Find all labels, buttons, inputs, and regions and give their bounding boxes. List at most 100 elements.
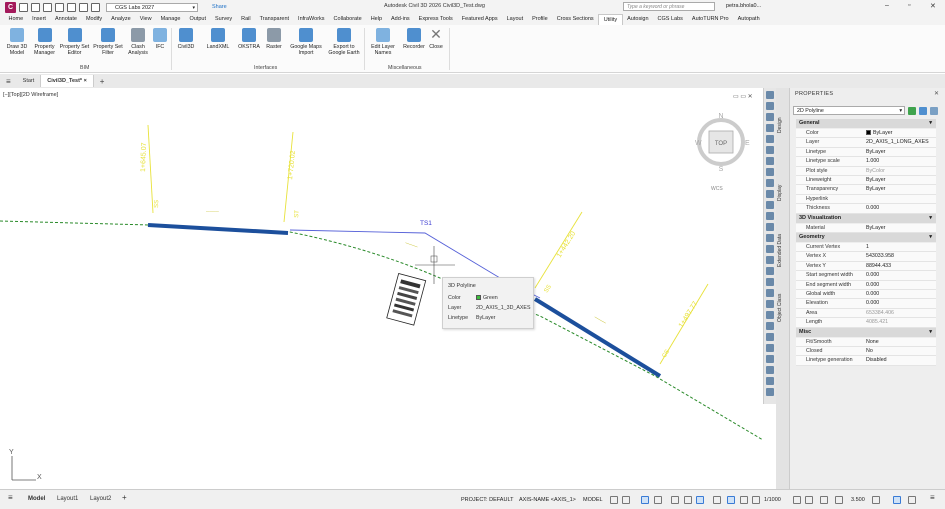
collapse-icon[interactable]: ▾: [929, 214, 932, 223]
clash-analysis-button[interactable]: Clash Analysis: [126, 28, 150, 56]
property-value[interactable]: 0.000: [866, 204, 879, 213]
osnap-icon[interactable]: [696, 496, 704, 504]
collapse-icon[interactable]: ▾: [929, 119, 932, 128]
selection-dropdown[interactable]: 2D Polyline ▾: [793, 106, 905, 115]
property-row[interactable]: Linetype generation Disabled: [796, 356, 936, 366]
minimize-icon[interactable]: –: [885, 2, 889, 9]
open-file-icon[interactable]: [31, 2, 40, 12]
plot-icon[interactable]: [67, 2, 76, 12]
property-value[interactable]: ByLayer: [866, 148, 885, 157]
redo-icon[interactable]: [91, 2, 100, 12]
close-button[interactable]: ✕ Close: [427, 27, 445, 50]
app-logo[interactable]: C: [5, 1, 16, 13]
property-value[interactable]: None: [866, 338, 879, 347]
ribbon-tab-manage[interactable]: Manage: [156, 14, 185, 25]
text-icon[interactable]: [766, 190, 774, 198]
workspace-select[interactable]: CGS Labs 2027 ▾: [106, 2, 198, 12]
quick-select-icon[interactable]: [908, 107, 916, 115]
section-general[interactable]: General ▾: [796, 119, 936, 128]
property-row[interactable]: Area 653384.406: [796, 308, 936, 319]
steering-wheel-icon[interactable]: [766, 135, 774, 143]
hatch-icon[interactable]: [766, 223, 774, 231]
property-row[interactable]: End segment width 0.000: [796, 280, 936, 290]
thick-segment-2[interactable]: [533, 297, 662, 378]
menu-icon[interactable]: ≡: [6, 77, 11, 86]
close-tab-icon[interactable]: ×: [84, 78, 87, 84]
property-value[interactable]: 0.000: [866, 290, 879, 299]
property-row[interactable]: Elevation 0.000: [796, 299, 936, 309]
orbit-icon[interactable]: [766, 113, 774, 121]
trim-icon[interactable]: [766, 355, 774, 363]
section-misc[interactable]: Misc ▾: [796, 327, 936, 337]
google-maps-import-button[interactable]: Google Maps Import: [287, 28, 325, 56]
property-value[interactable]: 2D_AXIS_1_LONG_AXES: [866, 138, 929, 147]
okstra-button[interactable]: OKSTRA: [236, 28, 262, 50]
property-value[interactable]: 543033.958: [866, 252, 894, 261]
property-row[interactable]: Thickness 0.000: [796, 204, 936, 214]
explode-icon[interactable]: [766, 388, 774, 396]
ribbon-tab-view[interactable]: View: [135, 14, 156, 25]
ribbon-tab-utility[interactable]: Utility: [598, 14, 623, 25]
ribbon-tab-modify[interactable]: Modify: [81, 14, 106, 25]
new-file-icon[interactable]: [19, 2, 28, 12]
units-icon[interactable]: [820, 496, 828, 504]
tab-design[interactable]: Design: [777, 110, 789, 140]
property-row[interactable]: Length 4085.421: [796, 318, 936, 328]
property-value[interactable]: Disabled: [866, 356, 887, 365]
save-as-icon[interactable]: [55, 2, 64, 12]
ribbon-tab-express-tools[interactable]: Express Tools: [414, 14, 457, 25]
property-value[interactable]: ByLayer: [866, 176, 885, 185]
ribbon-tab-collaborate[interactable]: Collaborate: [329, 14, 366, 25]
ribbon-tab-output[interactable]: Output: [185, 14, 211, 25]
fillet-icon[interactable]: [766, 377, 774, 385]
ortho-icon[interactable]: [641, 496, 649, 504]
autoscale-icon[interactable]: [740, 496, 748, 504]
viewport-window-controls[interactable]: ▭ ▭ ✕: [733, 93, 753, 100]
ribbon-tab-layout[interactable]: Layout: [502, 14, 528, 25]
measure-icon[interactable]: [766, 179, 774, 187]
property-value[interactable]: No: [866, 347, 873, 356]
property-row[interactable]: Color ByLayer: [796, 129, 936, 139]
ribbon-tab-cross-sections[interactable]: Cross Sections: [552, 14, 598, 25]
polar-icon[interactable]: [654, 496, 662, 504]
scale-icon[interactable]: [766, 333, 774, 341]
quick-select-icon[interactable]: [766, 157, 774, 165]
ribbon-tab-home[interactable]: Home: [4, 14, 28, 25]
copy-icon[interactable]: [766, 267, 774, 275]
edit-layer-names-button[interactable]: Edit Layer Names: [366, 28, 400, 56]
search-input[interactable]: Type a keyword or phrase: [623, 2, 715, 11]
tab-layout2[interactable]: Layout2: [90, 496, 111, 502]
section-3d-visualization[interactable]: 3D Visualization ▾: [796, 213, 936, 223]
ribbon-tab-featured-apps[interactable]: Featured Apps: [457, 14, 502, 25]
property-value[interactable]: ByLayer: [866, 129, 892, 138]
ribbon-tab-rail[interactable]: Rail: [237, 14, 255, 25]
property-row[interactable]: Layer 2D_AXIS_1_LONG_AXES: [796, 138, 936, 148]
viewcube[interactable]: TOP N W E S WCS: [695, 110, 751, 192]
toggle-pickadd-icon[interactable]: [930, 107, 938, 115]
property-row[interactable]: Linetype scale 1.000: [796, 157, 936, 167]
ribbon-tab-profile[interactable]: Profile: [528, 14, 553, 25]
workspace-icon[interactable]: [793, 496, 801, 504]
ribbon-tab-cgs-labs[interactable]: CGS Labs: [653, 14, 687, 25]
property-value[interactable]: 0.000: [866, 299, 879, 308]
section-geometry[interactable]: Geometry ▾: [796, 233, 936, 242]
rotate-icon[interactable]: [766, 322, 774, 330]
property-row[interactable]: Plot style ByColor: [796, 166, 936, 176]
zoom-icon[interactable]: [766, 102, 774, 110]
property-manager-button[interactable]: Property Manager: [31, 28, 58, 56]
property-row[interactable]: Vertex X 543033.958: [796, 252, 936, 262]
ribbon-tab-add-ins[interactable]: Add-ins: [387, 14, 415, 25]
snap-icon[interactable]: [622, 496, 630, 504]
tab-layout1[interactable]: Layout1: [57, 496, 78, 502]
model-space-toggle[interactable]: MODEL: [583, 497, 603, 503]
tab-model[interactable]: Model: [28, 496, 45, 502]
property-value[interactable]: 653384.406: [866, 309, 894, 318]
annotation-scale-icon[interactable]: [752, 496, 760, 504]
ribbon-tab-autopath[interactable]: Autopath: [733, 14, 764, 25]
property-row[interactable]: Material ByLayer: [796, 223, 936, 233]
maximize-icon[interactable]: ▫: [908, 2, 910, 9]
properties-icon[interactable]: [766, 234, 774, 242]
palette-close-icon[interactable]: ✕: [934, 90, 939, 97]
quick-properties-icon[interactable]: [835, 496, 843, 504]
customization-icon[interactable]: ≡: [930, 493, 935, 502]
